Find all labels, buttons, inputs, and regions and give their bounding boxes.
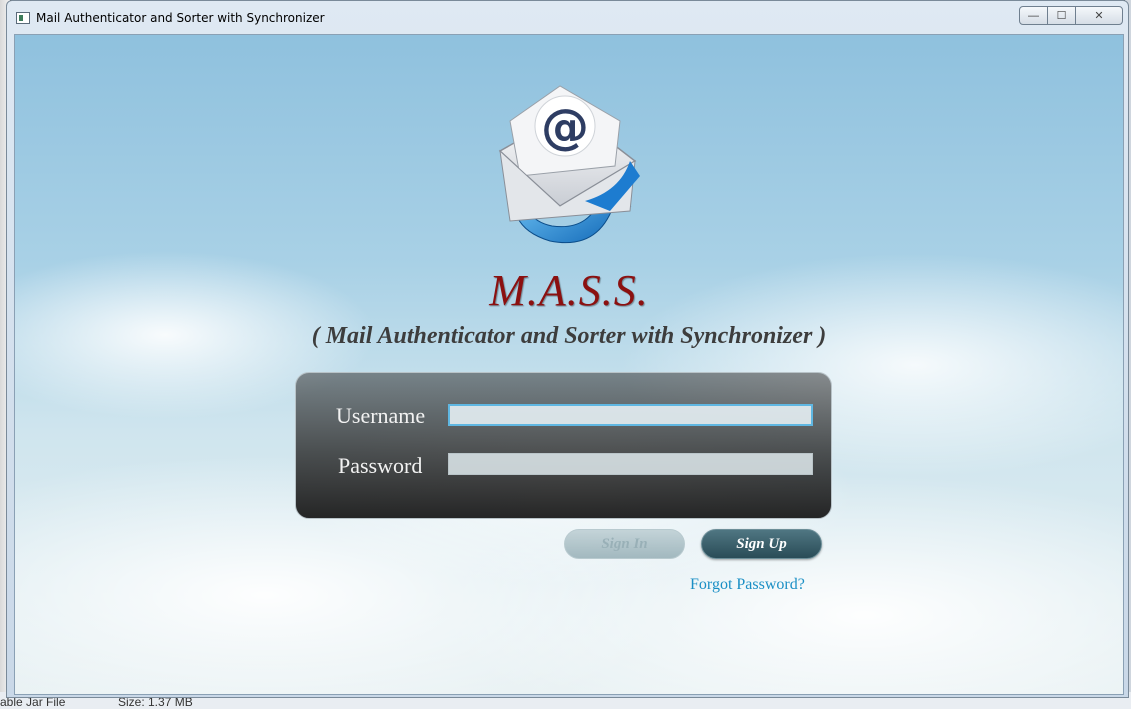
brand-subtitle: ( Mail Authenticator and Sorter with Syn…	[311, 323, 827, 349]
username-input[interactable]	[448, 404, 813, 426]
brand-name: M.A.S.S.	[489, 266, 649, 315]
window-title: Mail Authenticator and Sorter with Synch…	[36, 11, 325, 25]
title-bar[interactable]: Mail Authenticator and Sorter with Synch…	[7, 1, 1128, 33]
app-window-icon	[16, 12, 30, 24]
username-label: Username	[336, 403, 426, 428]
app-window: Mail Authenticator and Sorter with Synch…	[6, 0, 1129, 698]
password-input[interactable]	[448, 453, 813, 475]
window-controls: — ☐ ✕	[1019, 6, 1123, 25]
sign-in-button[interactable]: Sign In	[564, 529, 685, 559]
svg-text:@: @	[541, 99, 589, 155]
maximize-button[interactable]: ☐	[1047, 6, 1076, 25]
password-label: Password	[338, 453, 423, 478]
login-panel: Username Password	[295, 372, 832, 519]
close-button[interactable]: ✕	[1075, 6, 1123, 25]
email-envelope-at-icon: @	[498, 85, 640, 244]
minimize-button[interactable]: —	[1019, 6, 1048, 25]
login-screen: @ M.A.S.S. ( Mail Authenticator and Sort…	[14, 34, 1124, 695]
forgot-password-link[interactable]: Forgot Password?	[690, 576, 805, 594]
sign-up-button[interactable]: Sign Up	[701, 529, 822, 559]
